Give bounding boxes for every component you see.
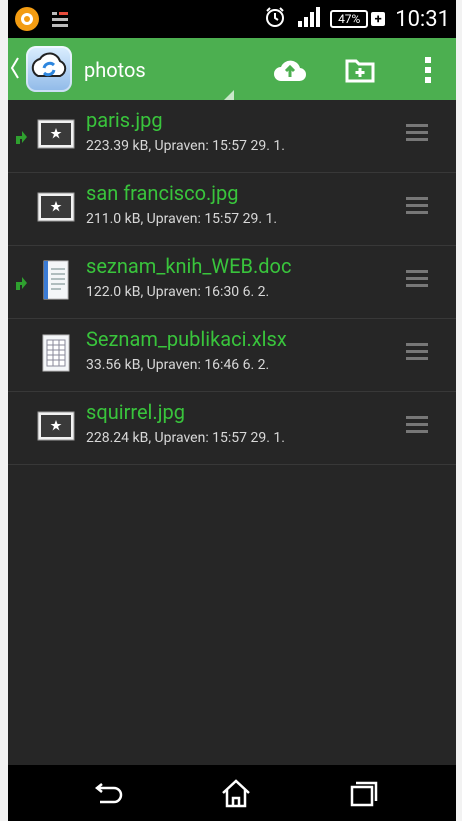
list-item[interactable]: Seznam_publikaci.xlsx 33.56 kB, Upraven:…	[8, 319, 456, 392]
action-bar: photos	[8, 38, 456, 102]
image-file-icon	[36, 187, 76, 227]
battery-icon: 47% +	[330, 10, 386, 28]
alarm-clock-icon	[264, 6, 286, 32]
device-frame-left	[0, 0, 8, 821]
file-list: paris.jpg 223.39 kB, Upraven: 15:57 29. …	[8, 100, 456, 765]
file-name: seznam_knih_WEB.doc	[86, 254, 292, 278]
spreadsheet-file-icon	[36, 333, 76, 373]
drag-handle-icon[interactable]	[406, 416, 428, 437]
overflow-menu-icon[interactable]	[410, 52, 446, 88]
charging-icon: +	[371, 12, 386, 27]
list-item[interactable]: paris.jpg 223.39 kB, Upraven: 15:57 29. …	[8, 100, 456, 173]
nav-recent-apps-icon[interactable]	[346, 779, 382, 809]
file-name: san francisco.jpg	[86, 181, 239, 205]
keyboard-notification-icon	[50, 9, 70, 33]
clock: 10:31	[395, 6, 450, 32]
list-item[interactable]: san francisco.jpg 211.0 kB, Upraven: 15:…	[8, 173, 456, 246]
back-chevron-icon[interactable]	[10, 56, 20, 84]
file-name: squirrel.jpg	[86, 400, 185, 424]
list-item[interactable]: seznam_knih_WEB.doc 122.0 kB, Upraven: 1…	[8, 246, 456, 319]
file-meta: 33.56 kB, Upraven: 16:46 6. 2.	[86, 357, 270, 373]
app-sync-logo-icon[interactable]	[26, 46, 72, 92]
signal-strength-icon	[296, 7, 321, 31]
status-bar: 47% + 10:31	[8, 0, 456, 38]
list-item[interactable]: squirrel.jpg 228.24 kB, Upraven: 15:57 2…	[8, 392, 456, 465]
battery-level: 47%	[330, 10, 369, 28]
screen: 47% + 10:31 photos paris.jpg 223.39 kB, …	[8, 0, 456, 821]
nav-home-icon[interactable]	[218, 779, 254, 809]
nav-back-icon[interactable]	[90, 779, 126, 809]
synced-arrow-icon	[14, 128, 28, 150]
document-file-icon	[36, 260, 76, 300]
drag-handle-icon[interactable]	[406, 270, 428, 291]
file-meta: 223.39 kB, Upraven: 15:57 29. 1.	[86, 138, 285, 154]
file-meta: 211.0 kB, Upraven: 15:57 29. 1.	[86, 211, 278, 227]
folder-title[interactable]: photos	[84, 58, 146, 82]
image-file-icon	[36, 406, 76, 446]
image-file-icon	[36, 114, 76, 154]
app-notification-icon	[14, 6, 40, 36]
file-meta: 122.0 kB, Upraven: 16:30 6. 2.	[86, 284, 270, 300]
device-frame-right	[456, 0, 462, 821]
cloud-upload-icon[interactable]	[272, 52, 308, 88]
file-name: Seznam_publikaci.xlsx	[86, 327, 287, 351]
file-meta: 228.24 kB, Upraven: 15:57 29. 1.	[86, 430, 285, 446]
synced-arrow-icon	[14, 274, 28, 296]
system-nav-bar	[8, 765, 456, 821]
drag-handle-icon[interactable]	[406, 124, 428, 145]
drag-handle-icon[interactable]	[406, 197, 428, 218]
drag-handle-icon[interactable]	[406, 343, 428, 364]
new-folder-icon[interactable]	[342, 52, 378, 88]
file-name: paris.jpg	[86, 108, 163, 132]
